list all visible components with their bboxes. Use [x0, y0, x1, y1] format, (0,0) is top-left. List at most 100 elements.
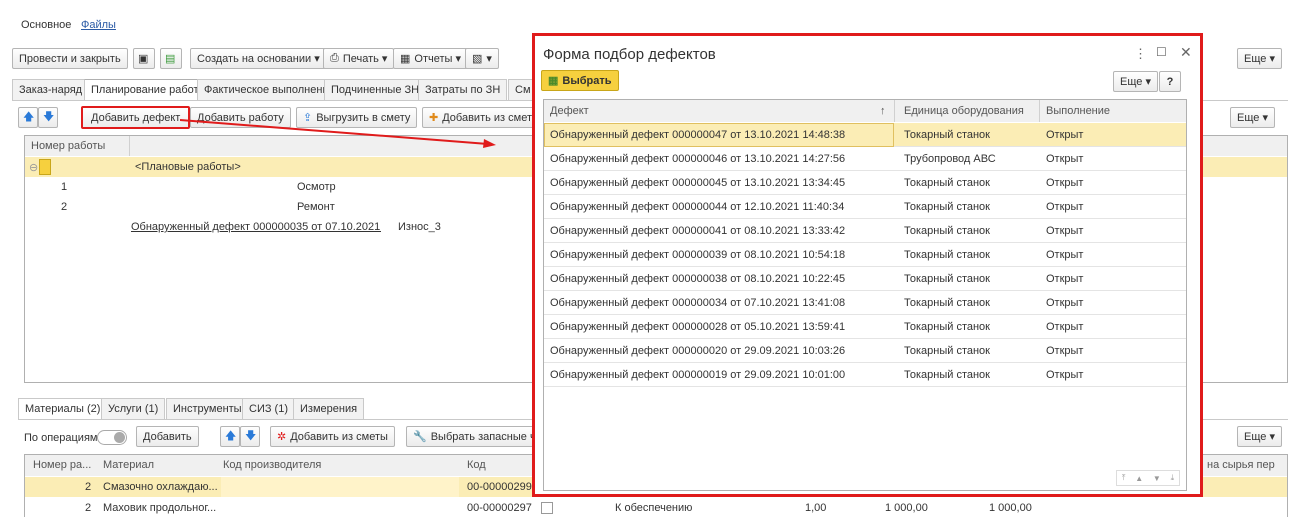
scroll-controls[interactable]: ⤒ ▲ ▼ ⤓ — [1116, 470, 1180, 486]
document-icon: ▧ — [472, 53, 483, 65]
close-icon[interactable]: ✕ — [1180, 44, 1192, 61]
header-divider — [1039, 100, 1040, 122]
col-material: Материал — [103, 459, 154, 471]
arrow-up-icon: 🡅 — [23, 111, 35, 123]
post-document-icon: ▤ — [165, 53, 176, 65]
header-divider — [894, 100, 895, 122]
tab-measurements[interactable]: Измерения — [293, 398, 365, 419]
defect-status: Открыт — [1046, 369, 1084, 381]
col-status[interactable]: Выполнение — [1046, 100, 1146, 122]
help-button[interactable]: ? — [1159, 71, 1181, 92]
material-code: 00-00000297 — [467, 502, 532, 514]
defect-row[interactable]: Обнаруженный дефект 000000047 от 13.10.2… — [544, 123, 1186, 147]
header-divider — [129, 136, 130, 156]
defects-header: Дефект ↑ Единица оборудования Выполнение — [544, 100, 1186, 122]
create-based-button[interactable]: Создать на основании ▾ — [190, 48, 327, 69]
defect-status: Открыт — [1046, 297, 1084, 309]
move-up-button-bottom[interactable]: 🡅 — [220, 426, 240, 447]
defect-name: Обнаруженный дефект 000000020 от 29.09.2… — [550, 345, 846, 357]
defect-row[interactable]: Обнаруженный дефект 000000028 от 05.10.2… — [544, 315, 1186, 339]
print-button[interactable]: ⎙ Печать ▾ — [323, 48, 395, 69]
reports-button[interactable]: ▦ Отчеты ▾ — [393, 48, 469, 69]
more-button-bottom[interactable]: Еще ▾ — [1237, 426, 1282, 447]
defect-row[interactable]: Обнаруженный дефект 000000046 от 13.10.2… — [544, 147, 1186, 171]
material-name: Смазочно охлаждаю... — [103, 481, 218, 493]
arrow-up-icon: 🡅 — [225, 430, 237, 442]
scroll-down-icon[interactable]: ▼ — [1153, 474, 1161, 483]
add-from-estimate-bottom-label: Добавить из сметы — [290, 430, 388, 443]
tab-costs[interactable]: Затраты по ЗН — [418, 79, 508, 100]
select-button[interactable]: ▦ Выбрать — [541, 70, 619, 91]
defect-row[interactable]: Обнаруженный дефект 000000019 от 29.09.2… — [544, 363, 1186, 387]
move-down-button[interactable]: 🡇 — [38, 107, 58, 128]
defect-row[interactable]: Обнаруженный дефект 000000034 от 07.10.2… — [544, 291, 1186, 315]
tab-materials[interactable]: Материалы (2) — [18, 398, 108, 419]
save-button[interactable]: ▣ — [133, 48, 155, 69]
material-sum: 1 000,00 — [989, 502, 1032, 514]
defect-name: Обнаруженный дефект 000000019 от 29.09.2… — [550, 369, 846, 381]
defect-row[interactable]: Обнаруженный дефект 000000038 от 08.10.2… — [544, 267, 1186, 291]
post-button[interactable]: ▤ — [160, 48, 182, 69]
extra-tools-button[interactable]: ▧ ▾ — [465, 48, 499, 69]
defect-row[interactable]: Обнаруженный дефект 000000044 от 12.10.2… — [544, 195, 1186, 219]
defect-name: Обнаруженный дефект 000000039 от 08.10.2… — [550, 249, 846, 261]
defect-link[interactable]: Обнаруженный дефект 000000035 от 07.10.2… — [131, 217, 381, 237]
defect-equipment: Токарный станок — [904, 177, 990, 189]
defect-name: Обнаруженный дефект 000000038 от 08.10.2… — [550, 273, 846, 285]
add-material-button[interactable]: Добавить — [136, 426, 199, 447]
move-up-button[interactable]: 🡅 — [18, 107, 38, 128]
more-button-work[interactable]: Еще ▾ — [1230, 107, 1275, 128]
defect-row[interactable]: Обнаруженный дефект 000000041 от 08.10.2… — [544, 219, 1186, 243]
print-label: Печать — [342, 52, 379, 65]
tab-work-order[interactable]: Заказ-наряд — [12, 79, 90, 100]
work-name: Ремонт — [297, 201, 335, 213]
tab-ppe[interactable]: СИЗ (1) — [242, 398, 295, 419]
more-button-dialog[interactable]: Еще ▾ — [1113, 71, 1158, 92]
defect-row[interactable]: Обнаруженный дефект 000000020 от 29.09.2… — [544, 339, 1186, 363]
material-name: Маховик продольног... — [103, 502, 217, 514]
col-defect[interactable]: Дефект — [550, 100, 750, 122]
material-price: 1 000,00 — [885, 502, 928, 514]
wrench-icon: 🔧 — [413, 431, 427, 443]
dialog-menu-icon[interactable]: ⋮ — [1134, 46, 1147, 62]
tab-tools[interactable]: Инструменты — [166, 398, 249, 419]
floppy-icon: ▣ — [138, 53, 149, 65]
checkbox[interactable] — [541, 502, 553, 514]
post-close-label: Провести и закрыть — [19, 52, 121, 65]
post-close-button[interactable]: Провести и закрыть — [12, 48, 128, 69]
defect-name: Обнаруженный дефект 000000028 от 05.10.2… — [550, 321, 846, 333]
select-label: Выбрать — [562, 74, 612, 87]
defect-row[interactable]: Обнаруженный дефект 000000039 от 08.10.2… — [544, 243, 1186, 267]
defect-row[interactable]: Обнаруженный дефект 000000045 от 13.10.2… — [544, 171, 1186, 195]
col-equipment[interactable]: Единица оборудования — [904, 100, 1044, 122]
tab-subordinate[interactable]: Подчиненные ЗН — [324, 79, 427, 100]
tab-services[interactable]: Услуги (1) — [101, 398, 166, 419]
defect-name: Обнаруженный дефект 000000044 от 12.10.2… — [550, 201, 845, 213]
add-defect-button[interactable]: Добавить дефект — [81, 106, 191, 129]
table-row[interactable]: 2 Маховик продольног... 00-00000297 К об… — [25, 498, 1287, 518]
chevron-down-icon: ▾ — [314, 53, 320, 65]
by-ops-toggle[interactable] — [97, 430, 127, 445]
tab-files[interactable]: Файлы — [81, 19, 116, 31]
tab-planning[interactable]: Планирование работ — [84, 79, 206, 100]
add-from-estimate-bottom-button[interactable]: ✲ Добавить из сметы — [270, 426, 395, 447]
more-button-top[interactable]: Еще ▾ — [1237, 48, 1282, 69]
sort-asc-icon: ↑ — [880, 105, 886, 117]
defect-equipment: Токарный станок — [904, 273, 990, 285]
defect-equipment: Токарный станок — [904, 249, 990, 261]
scroll-first-icon[interactable]: ⤒ — [1122, 473, 1126, 483]
maximize-icon[interactable]: ☐ — [1156, 45, 1167, 59]
by-ops-label: По операциям: — [24, 432, 101, 444]
scroll-up-icon[interactable]: ▲ — [1135, 474, 1143, 483]
defect-status: Открыт — [1046, 201, 1084, 213]
scroll-last-icon[interactable]: ⤓ — [1171, 473, 1175, 483]
tab-main[interactable]: Основное — [21, 19, 71, 31]
defect-name: Обнаруженный дефект 000000046 от 13.10.2… — [550, 153, 846, 165]
tab-actual[interactable]: Фактическое выполнение — [197, 79, 342, 100]
more-label-work: Еще — [1237, 111, 1260, 124]
defect-selection-dialog: Форма подбор дефектов ⋮ ☐ ✕ ▦ Выбрать Еще… — [532, 33, 1203, 497]
col-producer-code: Код производителя — [223, 459, 322, 471]
defect-equipment: Токарный станок — [904, 297, 990, 309]
select-parts-button[interactable]: 🔧 Выбрать запасные час — [406, 426, 536, 447]
move-down-button-bottom[interactable]: 🡇 — [240, 426, 260, 447]
